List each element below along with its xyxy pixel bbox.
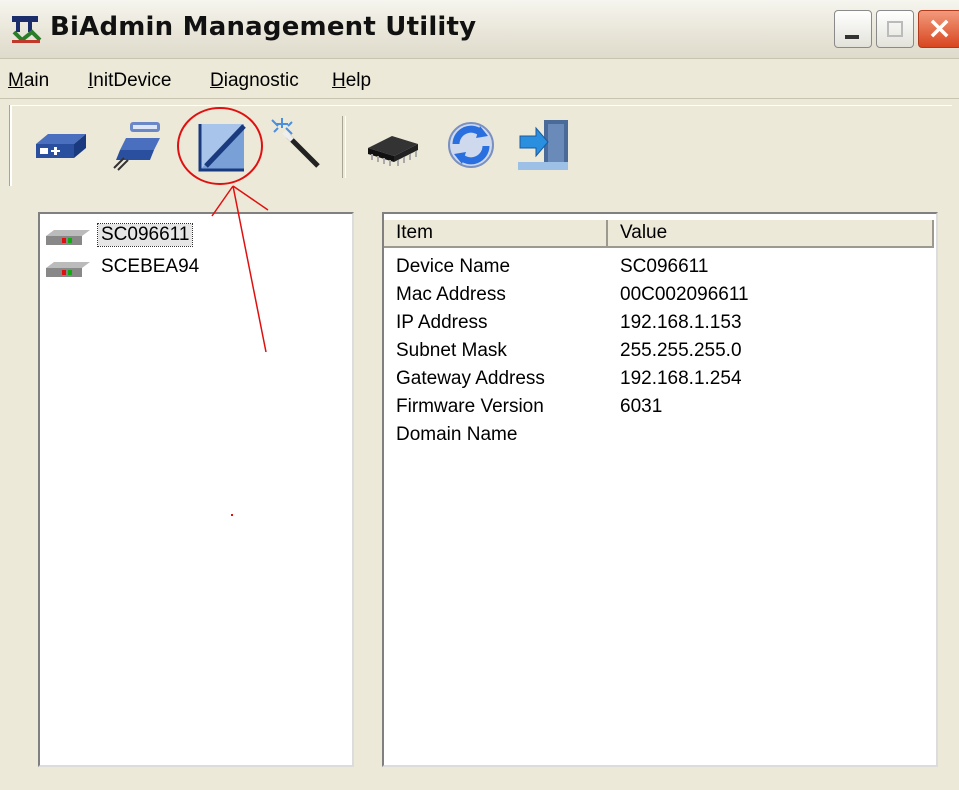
toolbar <box>10 105 952 186</box>
device-icon <box>46 230 90 245</box>
device-tree[interactable]: SC096611 SCEBEA94 <box>38 212 354 767</box>
refresh-icon[interactable] <box>440 114 502 176</box>
menu-main[interactable]: Main <box>8 70 49 92</box>
wizard-icon[interactable] <box>266 114 328 176</box>
tree-item-label: SC096611 <box>96 223 194 247</box>
tree-item-label: SCEBEA94 <box>101 256 200 277</box>
device-details-list[interactable]: Item Value Device Name SC096611 Mac Addre… <box>382 212 938 767</box>
app-logo-icon <box>12 16 42 43</box>
menu-diagnostic[interactable]: Diagnostic <box>210 70 299 92</box>
edit-settings-icon[interactable] <box>192 114 254 176</box>
firmware-chip-icon[interactable] <box>362 114 424 176</box>
window-title: BiAdmin Management Utility <box>50 12 477 42</box>
menu-bar: Main InitDevice Diagnostic Help <box>0 62 959 99</box>
toolbar-separator <box>342 116 346 178</box>
maximize-button[interactable] <box>876 10 914 48</box>
remote-device-icon[interactable] <box>108 114 170 176</box>
close-button[interactable]: × <box>918 10 959 48</box>
column-header-item[interactable]: Item <box>384 220 608 248</box>
menu-help[interactable]: Help <box>332 70 371 92</box>
exit-icon[interactable] <box>514 114 576 176</box>
column-header-value[interactable]: Value <box>608 220 934 248</box>
list-header: Item Value <box>384 220 934 248</box>
minimize-icon <box>845 35 859 39</box>
device-icon <box>46 262 90 277</box>
close-icon: × <box>927 11 953 46</box>
title-bar: BiAdmin Management Utility × <box>0 0 959 59</box>
menu-initdevice[interactable]: InitDevice <box>88 70 171 92</box>
maximize-icon <box>887 21 903 37</box>
local-device-icon[interactable] <box>30 114 92 176</box>
minimize-button[interactable] <box>834 10 872 48</box>
